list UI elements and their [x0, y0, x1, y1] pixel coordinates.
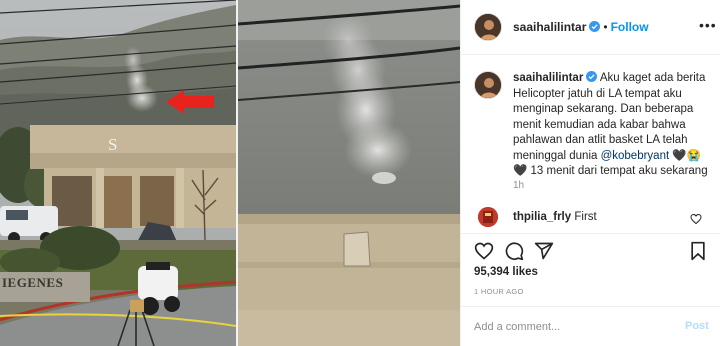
more-options-icon[interactable]: ••• [699, 17, 717, 33]
caption-body: Aku kaget ada berita Helicopter jatuh di… [513, 72, 706, 162]
mention-link[interactable]: @kobebryant [601, 150, 670, 162]
caption-body-end: 13 menit dari tempat aku sekarang [527, 165, 708, 177]
add-comment-bar: Post [461, 306, 720, 346]
monument-sign-text: IEGENES [2, 275, 64, 290]
caption-avatar[interactable] [474, 71, 502, 99]
comment-bubble-icon[interactable] [504, 241, 524, 261]
commenter-username[interactable]: thpilia_frly [513, 211, 571, 223]
post-side-panel: saaihalilintar • Follow ••• saaihalilintar… [460, 0, 720, 346]
verified-badge-icon [586, 71, 598, 82]
verified-badge-icon [589, 21, 601, 32]
caption-text: saaihalilintar Aku kaget ada berita Heli… [513, 71, 713, 180]
comment-text: thpilia_frly First [513, 211, 597, 223]
post-header: saaihalilintar • Follow ••• [461, 0, 720, 55]
photo-smoke-closeup [238, 0, 460, 346]
action-bar [461, 233, 720, 265]
follow-button[interactable]: Follow [611, 20, 649, 34]
likes-count[interactable]: 95,394 likes [474, 266, 538, 278]
comment-item: thpilia_frly First [461, 200, 720, 230]
author-avatar[interactable] [474, 13, 502, 41]
comment-body: First [574, 211, 597, 223]
commenter-avatar[interactable] [478, 207, 498, 227]
separator-dot: • [603, 20, 608, 34]
post-timestamp[interactable]: 1 HOUR AGO [474, 287, 524, 296]
photo-hillside-scene: S IEGENES [0, 0, 236, 346]
author-line: saaihalilintar • Follow [513, 20, 649, 34]
heart-icon[interactable] [474, 241, 494, 261]
comment-input[interactable] [474, 319, 664, 335]
building-sign-letter: S [108, 135, 118, 154]
caption-username[interactable]: saaihalilintar [513, 72, 583, 84]
comment-like-heart-icon[interactable] [690, 213, 702, 225]
post-media[interactable]: S IEGENES [0, 0, 460, 346]
paper-plane-icon[interactable] [534, 241, 554, 261]
post-caption: saaihalilintar Aku kaget ada berita Heli… [461, 55, 720, 200]
author-username[interactable]: saaihalilintar [513, 20, 586, 34]
caption-age[interactable]: 1h [513, 180, 524, 191]
bookmark-icon[interactable] [688, 241, 708, 261]
post-comment-button[interactable]: Post [685, 320, 709, 332]
